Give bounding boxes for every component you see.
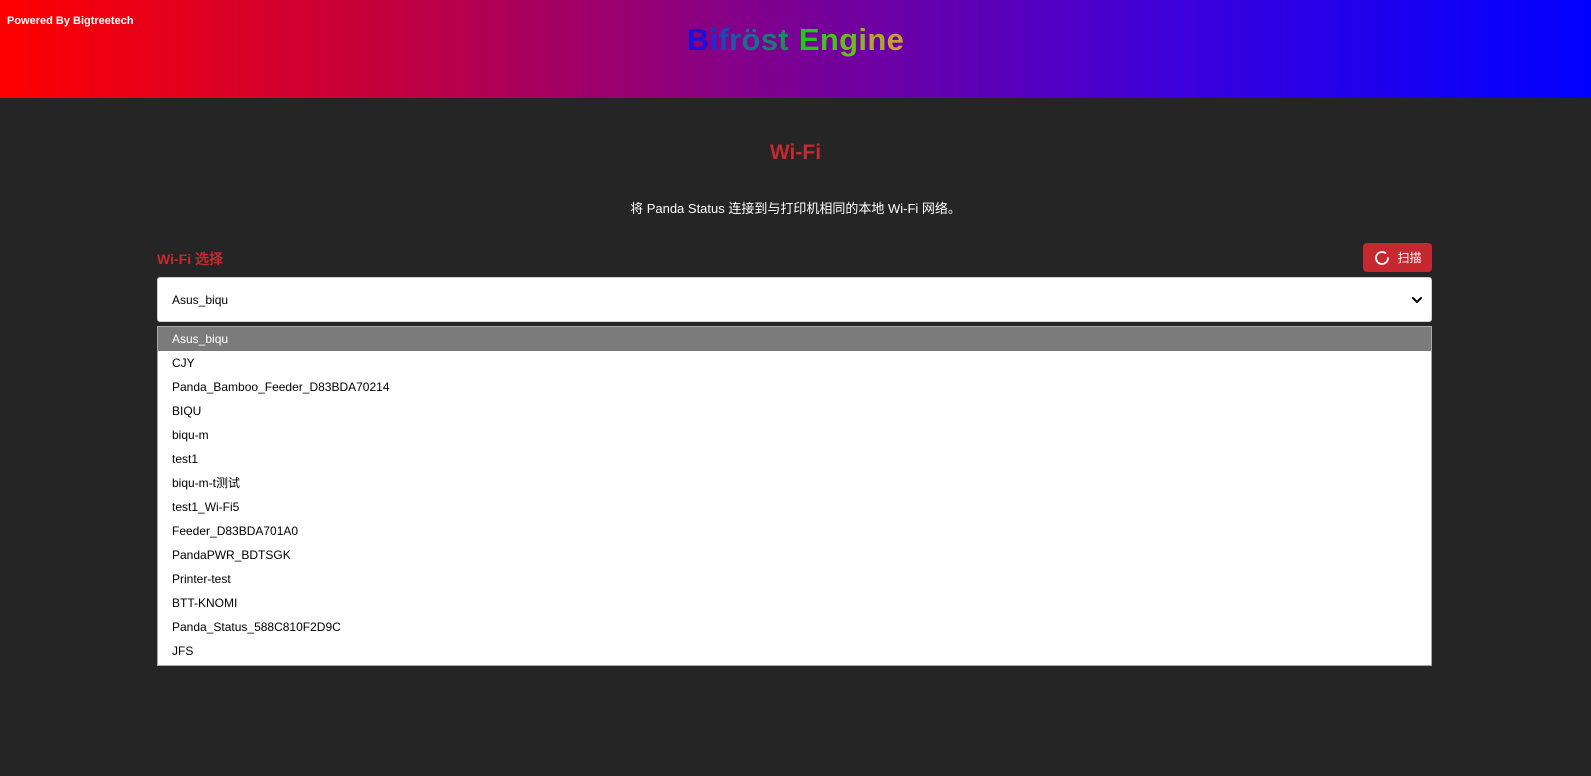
page-title: Wi-Fi — [769, 141, 822, 164]
brand-letter: f — [718, 22, 730, 57]
app-header: Powered By Bigtreetech Bifröst Engine — [0, 0, 1591, 98]
network-option[interactable]: test1 — [158, 447, 1431, 471]
network-option[interactable]: Panda_Bamboo_Feeder_D83BDA70214 — [158, 375, 1431, 399]
brand-letter: e — [886, 22, 905, 57]
network-option[interactable]: biqu-m — [158, 423, 1431, 447]
network-option[interactable]: BIQU — [158, 399, 1431, 423]
brand-letter: t — [778, 22, 789, 57]
brand-letter: B — [686, 22, 710, 57]
network-option[interactable]: BTT-KNOMI — [158, 591, 1431, 615]
brand-letter: ö — [741, 22, 761, 57]
refresh-icon — [1373, 249, 1391, 267]
network-option[interactable]: biqu-m-t测试 — [158, 471, 1431, 495]
chevron-down-icon — [1411, 294, 1423, 306]
brand-letter: s — [760, 22, 779, 57]
brand-title: Bifröst Engine — [0, 22, 1591, 58]
brand-letter: n — [867, 22, 887, 57]
network-option[interactable]: PandaPWR_BDTSGK — [158, 543, 1431, 567]
brand-letter: n — [819, 22, 840, 57]
network-option[interactable]: test1_Wi-Fi5 — [158, 495, 1431, 519]
brand-letter: g — [839, 22, 859, 57]
brand-letter: r — [729, 22, 742, 57]
scan-button-label: 扫描 — [1397, 251, 1422, 265]
brand-word-2: Engine — [799, 22, 904, 58]
wifi-network-dropdown: Asus_biqu CJY Panda_Bamboo_Feeder_D83BDA70… — [157, 326, 1432, 666]
brand-letter: i — [709, 22, 719, 57]
wifi-network-select[interactable]: Asus_biqu — [157, 277, 1432, 322]
network-option[interactable]: Asus_biqu — [158, 327, 1431, 351]
wifi-select-label: Wi-Fi 选择 — [157, 251, 223, 267]
selected-network-value: Asus_biqu — [172, 292, 229, 307]
network-option[interactable]: Printer-test — [158, 567, 1431, 591]
network-option[interactable]: CJY — [158, 351, 1431, 375]
page-description: 将 Panda Status 连接到与打印机相同的本地 Wi-Fi 网络。 — [630, 201, 961, 216]
network-option[interactable]: Panda_Status_588C810F2D9C — [158, 615, 1431, 639]
brand-letter: i — [858, 22, 868, 57]
brand-letter: E — [798, 22, 820, 57]
brand-word-1: Bifröst — [687, 22, 789, 58]
network-option[interactable]: JFS — [158, 639, 1431, 663]
scan-button[interactable]: 扫描 — [1363, 243, 1432, 272]
network-option[interactable]: Feeder_D83BDA701A0 — [158, 519, 1431, 543]
